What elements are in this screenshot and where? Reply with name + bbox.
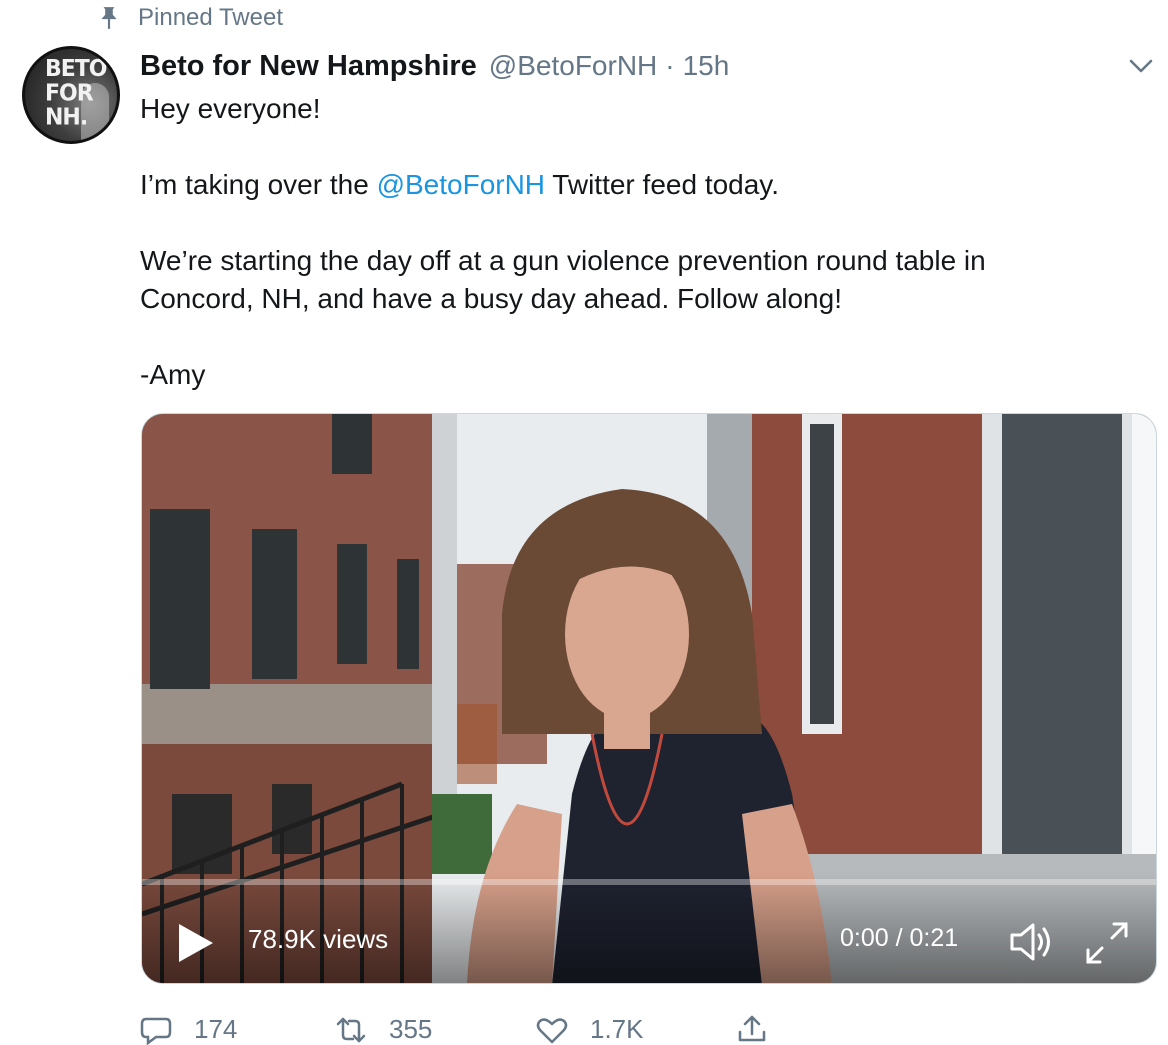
tweet-timestamp[interactable]: 15h [683, 50, 730, 82]
reply-count: 174 [194, 1014, 238, 1044]
author-display-name[interactable]: Beto for New Hampshire [140, 50, 477, 83]
tweet-signature: -Amy [140, 359, 206, 390]
retweet-icon [336, 1017, 366, 1042]
pin-icon [101, 7, 117, 29]
share-icon [738, 1015, 766, 1042]
tweet-text: Hey everyone! I’m taking over the @BetoF… [140, 90, 1140, 394]
video-timecode: 0:00 / 0:21 [840, 924, 959, 952]
tweet-line: Concord, NH, and have a busy day ahead. … [140, 283, 842, 314]
tweet-actions: 174 355 1.7K [140, 1014, 840, 1045]
heart-icon [536, 1017, 568, 1043]
tweet-line: Hey everyone! [140, 93, 321, 124]
tweet-line: We’re starting the day off at a gun viol… [140, 245, 986, 276]
view-count: 78.9K views [248, 924, 389, 954]
mention-link[interactable]: @BetoForNH [377, 169, 545, 200]
reply-icon [140, 1017, 172, 1045]
share-button[interactable] [736, 1014, 790, 1044]
like-count: 1.7K [590, 1014, 644, 1044]
like-button[interactable]: 1.7K [536, 1014, 644, 1045]
video-progress-bar[interactable] [142, 879, 1156, 885]
reply-button[interactable]: 174 [140, 1014, 237, 1045]
avatar[interactable]: BETO FOR NH. [22, 46, 120, 144]
author-handle[interactable]: @BetoForNH [489, 50, 657, 82]
retweet-button[interactable]: 355 [335, 1014, 432, 1045]
video-player[interactable]: 78.9K views 0:00 / 0:21 [141, 413, 1157, 984]
pinned-tweet-indicator: Pinned Tweet [96, 3, 283, 33]
volume-icon[interactable] [1006, 916, 1058, 968]
play-icon[interactable] [176, 922, 216, 964]
fullscreen-icon[interactable] [1084, 920, 1130, 966]
retweet-count: 355 [389, 1014, 433, 1044]
tweet-line: I’m taking over the @BetoForNH Twitter f… [140, 169, 780, 200]
chevron-down-icon[interactable] [1126, 52, 1156, 80]
tweet-header: Beto for New Hampshire @BetoForNH · 15h [140, 46, 729, 86]
separator-dot: · [665, 50, 675, 81]
pinned-tweet-label: Pinned Tweet [138, 4, 283, 31]
avatar-logo: BETO FOR NH. [45, 56, 108, 131]
